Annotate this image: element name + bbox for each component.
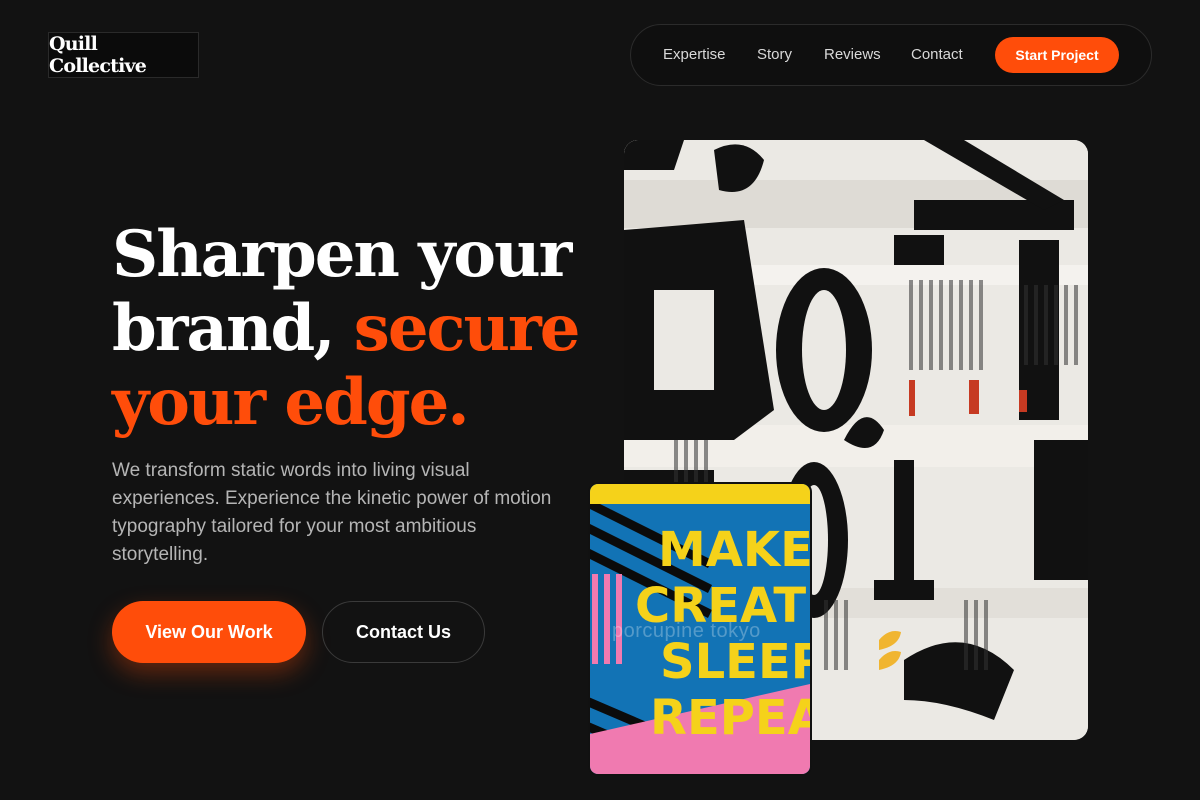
nav-link-expertise[interactable]: Expertise: [663, 25, 726, 85]
main-nav: Expertise Story Reviews Contact Start Pr…: [630, 24, 1152, 86]
hero-headline: Sharpen your brand, secure your edge.: [112, 218, 632, 440]
nav-link-contact[interactable]: Contact: [911, 25, 963, 85]
hero-description: We transform static words into living vi…: [112, 460, 552, 565]
brand-name: Quill Collective: [49, 33, 147, 77]
brand-logo[interactable]: Quill Collective: [48, 32, 199, 78]
poster-word-repeat: REPEAT: [650, 690, 810, 746]
contact-us-button[interactable]: Contact Us: [322, 601, 485, 663]
poster-word-make: MAKE: [658, 522, 810, 578]
nav-link-reviews[interactable]: Reviews: [824, 25, 881, 85]
view-our-work-button[interactable]: View Our Work: [112, 601, 306, 663]
nav-link-story[interactable]: Story: [757, 25, 792, 85]
start-project-button[interactable]: Start Project: [995, 37, 1119, 73]
image-watermark: porcupine tokyo: [612, 620, 761, 642]
